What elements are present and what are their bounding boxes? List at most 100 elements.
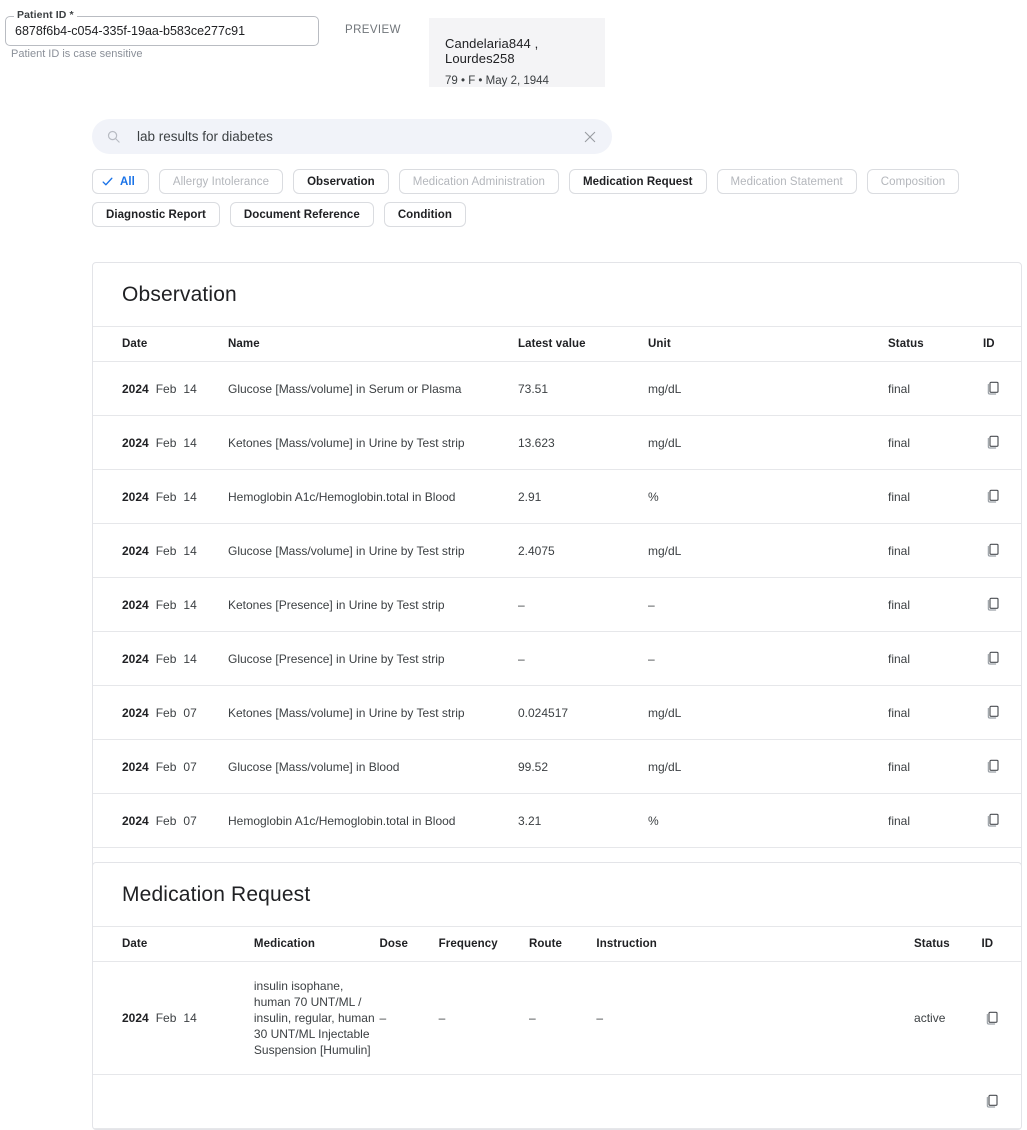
cell-latest-value: 0.024517 xyxy=(518,686,648,740)
table-row[interactable]: 2024Feb14Ketones [Presence] in Urine by … xyxy=(93,578,1021,632)
cell-medication: insulin isophane, human 70 UNT/ML / insu… xyxy=(254,962,380,1075)
chip-label: All xyxy=(120,176,135,188)
date-month-day: Feb14 xyxy=(156,598,197,612)
cell-date: 2024 Feb14 xyxy=(93,632,228,686)
table-row[interactable]: 2024Feb14insulin isophane, human 70 UNT/… xyxy=(93,962,1021,1075)
cell-unit: mg/dL xyxy=(648,524,888,578)
table-row[interactable]: 2024Feb14Hemoglobin A1c/Hemoglobin.total… xyxy=(93,470,1021,524)
observation-header-row: Date Name Latest value Unit Status ID xyxy=(93,327,1021,362)
date-year: 2024 xyxy=(122,652,149,666)
patient-id-hint: Patient ID is case sensitive xyxy=(11,48,142,60)
observation-card: Observation Date Name Latest value Unit … xyxy=(92,262,1022,954)
copy-icon[interactable] xyxy=(983,432,1003,452)
col-frequency: Frequency xyxy=(439,927,529,962)
cell-unit: % xyxy=(648,794,888,848)
chip-medication-administration: Medication Administration xyxy=(399,169,559,194)
cell-latest-value: 2.4075 xyxy=(518,524,648,578)
cell-status: final xyxy=(888,740,983,794)
chip-label: Diagnostic Report xyxy=(106,209,206,221)
cell-frequency xyxy=(439,1075,529,1129)
table-row[interactable] xyxy=(93,1075,1021,1129)
copy-icon[interactable] xyxy=(983,702,1003,722)
table-row[interactable]: 2024Feb14Glucose [Mass/volume] in Urine … xyxy=(93,524,1021,578)
date-month-day: Feb14 xyxy=(156,652,197,666)
cell-date: 2024Feb14 xyxy=(93,470,228,524)
col-latest-value: Latest value xyxy=(518,327,648,362)
cell-status: final xyxy=(888,470,983,524)
date-month-day: Feb07 xyxy=(156,814,197,828)
copy-icon[interactable] xyxy=(983,810,1003,830)
cell-date: 2024Feb14 xyxy=(93,578,228,632)
check-icon xyxy=(101,175,120,188)
date-year: 2024 xyxy=(122,706,149,720)
date-year: 2024 xyxy=(122,544,149,558)
observation-table-body: 2024 Feb14 Glucose [Mass/volume] in Serum … xyxy=(93,362,1021,902)
col-name: Name xyxy=(228,327,518,362)
table-row[interactable]: 2024Feb14Glucose [Presence] in Urine by … xyxy=(93,632,1021,686)
col-instruction: Instruction xyxy=(596,927,914,962)
patient-preview-card: Candelaria844 , Lourdes258 79 • F • May … xyxy=(429,18,605,87)
copy-icon[interactable] xyxy=(983,594,1003,614)
observation-table: Date Name Latest value Unit Status ID 20… xyxy=(93,326,1021,902)
table-row[interactable]: 2024Feb07Glucose [Mass/volume] in Blood9… xyxy=(93,740,1021,794)
cell-id xyxy=(983,794,1021,848)
cell-id xyxy=(983,362,1021,416)
col-unit: Unit xyxy=(648,327,888,362)
close-icon[interactable] xyxy=(577,124,603,150)
col-date: Date xyxy=(93,927,254,962)
cell-latest-value: – xyxy=(518,632,648,686)
cell-status: active xyxy=(914,962,981,1075)
copy-icon[interactable] xyxy=(982,1091,1002,1111)
cell-status: final xyxy=(888,524,983,578)
date-month-day: Feb14 xyxy=(156,1011,197,1025)
search-input[interactable] xyxy=(135,128,577,145)
copy-icon[interactable] xyxy=(983,756,1003,776)
cell-route xyxy=(529,1075,596,1129)
table-row[interactable]: 2024Feb07Hemoglobin A1c/Hemoglobin.total… xyxy=(93,794,1021,848)
cell-latest-value: 3.21 xyxy=(518,794,648,848)
col-date: Date xyxy=(93,327,228,362)
cell-date xyxy=(93,1075,254,1129)
date-year: 2024 xyxy=(122,382,149,396)
chip-composition: Composition xyxy=(867,169,959,194)
cell-unit: mg/dL xyxy=(648,740,888,794)
cell-date: 2024Feb14 xyxy=(93,362,228,416)
search-box[interactable] xyxy=(92,119,612,154)
copy-icon[interactable] xyxy=(983,648,1003,668)
cell-date: 2024Feb07 xyxy=(93,740,228,794)
cell-status: final xyxy=(888,578,983,632)
copy-icon[interactable] xyxy=(983,540,1003,560)
cell-instruction xyxy=(596,1075,914,1129)
chip-label: Observation xyxy=(307,176,375,188)
cell-id xyxy=(983,686,1021,740)
chip-document-reference[interactable]: Document Reference xyxy=(230,202,374,227)
patient-id-bar: Patient ID * Patient ID is case sensitiv… xyxy=(0,0,1027,95)
table-row[interactable]: 2024Feb07Ketones [Mass/volume] in Urine … xyxy=(93,686,1021,740)
cell-unit: – xyxy=(648,632,888,686)
cell-name: Ketones [Mass/volume] in Urine by Test s… xyxy=(228,416,518,470)
chip-diagnostic-report[interactable]: Diagnostic Report xyxy=(92,202,220,227)
date-month-day: Feb14 xyxy=(156,544,197,558)
copy-icon[interactable] xyxy=(983,486,1003,506)
patient-id-field[interactable]: Patient ID * xyxy=(5,16,319,46)
cell-status: final xyxy=(888,794,983,848)
chip-condition[interactable]: Condition xyxy=(384,202,466,227)
date-month-day: Feb14 xyxy=(156,490,197,504)
copy-icon[interactable] xyxy=(983,378,1003,398)
table-row[interactable]: 2024Feb14Glucose [Mass/volume] in Serum … xyxy=(93,362,1021,416)
cell-status: final xyxy=(888,686,983,740)
cell-unit: % xyxy=(648,470,888,524)
chip-label: Medication Administration xyxy=(413,176,545,188)
col-status: Status xyxy=(888,327,983,362)
cell-id xyxy=(982,962,1022,1075)
copy-icon[interactable] xyxy=(982,1008,1002,1028)
medication-request-header-row: Date Medication Dose Frequency Route Ins… xyxy=(93,927,1021,962)
cell-name: Ketones [Mass/volume] in Urine by Test s… xyxy=(228,686,518,740)
chip-all[interactable]: All xyxy=(92,169,149,194)
patient-preview-meta: 79 • F • May 2, 1944 xyxy=(445,75,605,87)
patient-id-input[interactable] xyxy=(5,16,319,46)
chip-medication-request[interactable]: Medication Request xyxy=(569,169,707,194)
table-row[interactable]: 2024Feb14Ketones [Mass/volume] in Urine … xyxy=(93,416,1021,470)
chip-observation[interactable]: Observation xyxy=(293,169,389,194)
cell-name: Glucose [Mass/volume] in Serum or Plasma xyxy=(228,362,518,416)
